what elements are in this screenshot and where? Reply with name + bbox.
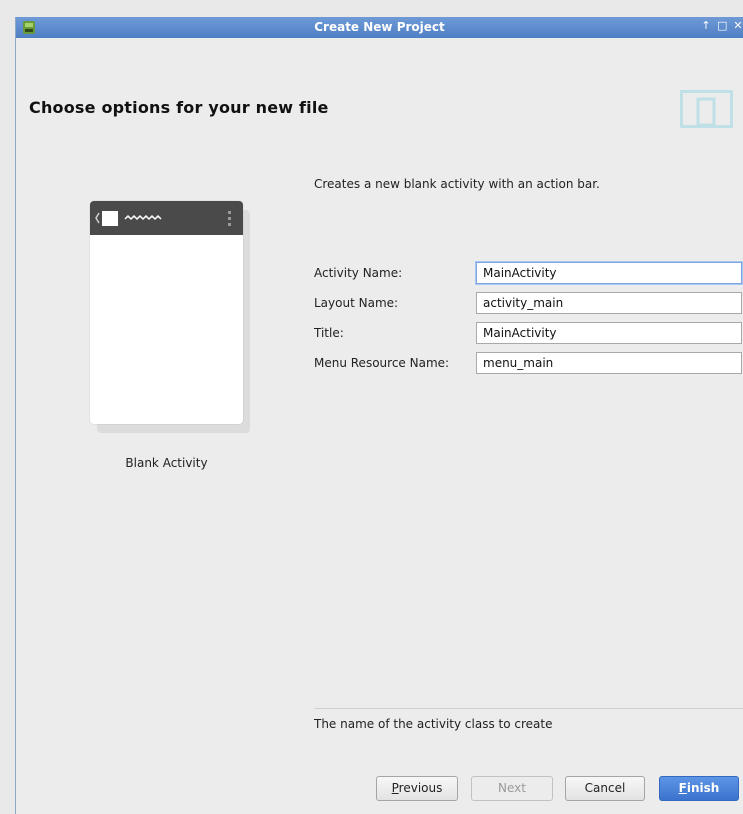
window-title: Create New Project [314, 20, 445, 34]
restore-icon[interactable]: □ [717, 19, 727, 32]
device-graphic-icon [680, 90, 733, 128]
action-bar-glyphs-icon [95, 211, 231, 226]
window-controls: ↑ □ ✕ [701, 19, 743, 32]
title-row: Title: [314, 322, 743, 344]
layout-name-row: Layout Name: [314, 292, 743, 314]
activity-name-row: Activity Name: [314, 262, 743, 284]
finish-label: inish [686, 781, 720, 795]
previous-button[interactable]: Previous [376, 776, 458, 801]
layout-name-input[interactable] [476, 292, 742, 314]
title-bar[interactable]: Create New Project ↑ □ ✕ [16, 17, 743, 38]
previous-mnemonic: P [391, 781, 399, 795]
menu-resource-name-row: Menu Resource Name: [314, 352, 743, 374]
template-preview [90, 201, 250, 433]
page-title: Choose options for your new file [29, 98, 329, 117]
separator [314, 708, 743, 709]
phone-mockup [90, 201, 243, 424]
template-caption: Blank Activity [125, 456, 208, 470]
action-bar-mockup [90, 201, 243, 235]
close-icon[interactable]: ✕ [733, 19, 743, 32]
activity-name-input[interactable] [476, 262, 742, 284]
template-description: Creates a new blank activity with an act… [314, 177, 600, 191]
cancel-button[interactable]: Cancel [565, 776, 645, 801]
finish-button[interactable]: Finish [659, 776, 739, 801]
previous-label: revious [398, 781, 443, 795]
title-input[interactable] [476, 322, 742, 344]
next-button[interactable]: Next [471, 776, 553, 801]
layout-name-label: Layout Name: [314, 296, 399, 310]
menu-resource-name-label: Menu Resource Name: [314, 356, 450, 370]
create-new-project-window: Create New Project ↑ □ ✕ Choose options … [15, 17, 743, 814]
field-hint: The name of the activity class to create [314, 717, 553, 731]
finish-mnemonic: F [678, 781, 687, 795]
title-label: Title: [314, 326, 344, 340]
wizard-header: Choose options for your new file [16, 38, 743, 137]
menu-resource-name-input[interactable] [476, 352, 742, 374]
activity-name-label: Activity Name: [314, 266, 403, 280]
maximize-up-icon[interactable]: ↑ [701, 19, 711, 32]
